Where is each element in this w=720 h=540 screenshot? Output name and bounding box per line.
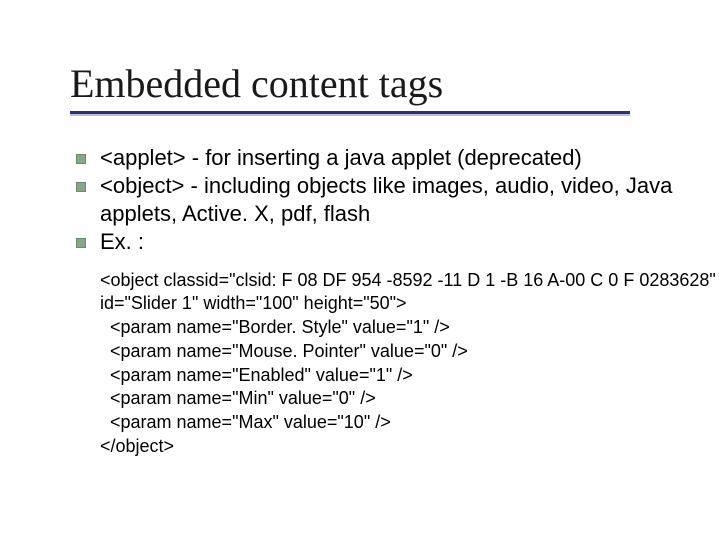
slide: Embedded content tags <applet> - for ins… (0, 0, 720, 540)
bullet-text: Ex. : (100, 229, 144, 254)
title-area: Embedded content tags (70, 60, 680, 116)
slide-title: Embedded content tags (70, 60, 680, 107)
list-item: <object> - including objects like images… (70, 172, 680, 228)
list-item: Ex. : (70, 228, 680, 256)
list-item: <applet> - for inserting a java applet (… (70, 144, 680, 172)
bullet-text: <object> - including objects like images… (100, 173, 672, 226)
bullet-list: <applet> - for inserting a java applet (… (70, 144, 680, 257)
bullet-text: <applet> - for inserting a java applet (… (100, 145, 582, 170)
title-rule-light (70, 114, 630, 116)
code-example: <object classid="clsid: F 08 DF 954 -859… (70, 269, 680, 459)
slide-body: <applet> - for inserting a java applet (… (70, 144, 680, 459)
